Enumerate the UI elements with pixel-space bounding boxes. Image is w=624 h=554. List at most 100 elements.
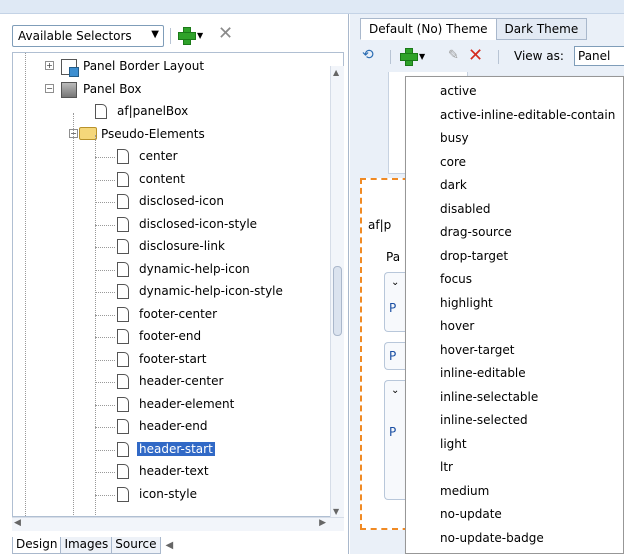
preview-panel-title: Pa [386, 250, 401, 264]
preview-link: P [389, 425, 397, 439]
layout-icon [61, 59, 79, 77]
tree-node-label: center [139, 149, 178, 163]
scroll-right-icon[interactable]: ▶ [319, 518, 326, 528]
tree-node[interactable]: af|panelBox [13, 101, 343, 123]
box-icon [61, 81, 77, 98]
tab-images[interactable]: Images [60, 537, 113, 554]
tree-node[interactable]: + Panel Border Layout [13, 56, 343, 78]
tree-node-label: disclosed-icon [139, 194, 224, 208]
tree-node[interactable]: disclosed-icon-style [13, 214, 343, 236]
menu-item-hover-target[interactable]: hover-target [406, 339, 623, 363]
available-selectors-dropdown[interactable]: Available Selectors ▼ [12, 25, 164, 47]
add-icon [400, 48, 418, 66]
tab-dark-theme[interactable]: Dark Theme [495, 18, 588, 40]
tab-design[interactable]: Design [12, 537, 62, 554]
refresh-icon[interactable]: ⟲ [362, 47, 378, 63]
tree-connector [73, 113, 74, 516]
tree-node[interactable]: dynamic-help-icon [13, 259, 343, 281]
file-icon [117, 374, 129, 389]
tree-connector [95, 337, 115, 338]
tree-node[interactable]: − Pseudo-Elements [13, 124, 343, 146]
menu-item-dark[interactable]: dark [406, 174, 623, 198]
tree-node-label: footer-start [139, 351, 207, 366]
menu-item-inline-editable[interactable]: inline-editable [406, 362, 623, 386]
menu-item-hover[interactable]: hover [406, 315, 623, 339]
tree-node[interactable]: footer-center [13, 304, 343, 326]
tree-connector [95, 404, 115, 406]
tree-connector [95, 314, 115, 316]
tab-default-theme[interactable]: Default (No) Theme [360, 18, 497, 40]
pseudo-class-menu: active active-inline-editable-contain busy… [405, 76, 624, 554]
menu-item-active[interactable]: active [406, 80, 623, 104]
scrollbar-thumb[interactable] [333, 266, 342, 336]
view-as-select[interactable]: Panel [574, 46, 624, 66]
delete-selector-button[interactable]: ✕ [218, 23, 242, 45]
tree-node-label: header-end [139, 419, 208, 433]
file-icon [95, 104, 107, 119]
tree-node-label: content [139, 171, 185, 186]
scroll-down-icon[interactable]: ▼ [333, 507, 339, 516]
tree-connector [95, 224, 115, 226]
menu-item-highlight[interactable]: highlight [406, 292, 623, 316]
scroll-left-icon[interactable]: ◀ [14, 518, 21, 528]
menu-item-drop-target[interactable]: drop-target [406, 245, 623, 269]
file-icon [117, 464, 129, 479]
tree-node-label: header-text [139, 464, 209, 478]
tree-node[interactable]: − Panel Box [13, 79, 343, 101]
expand-icon[interactable]: + [45, 61, 54, 70]
file-icon [117, 396, 129, 412]
delete-icon[interactable]: ✕ [468, 45, 483, 66]
tree-node[interactable]: disclosed-icon [13, 191, 343, 213]
menu-item-core[interactable]: core [406, 151, 623, 175]
tree-node[interactable]: header-element [13, 394, 343, 416]
file-icon [117, 284, 129, 299]
tree-node[interactable]: center [13, 146, 343, 168]
tree-node[interactable]: disclosure-link [13, 236, 343, 258]
menu-item-no-update-badge[interactable]: no-update-badge [406, 527, 623, 551]
menu-item-light[interactable]: light [406, 433, 623, 457]
tree-horizontal-scrollbar[interactable]: ◀ ▶ [12, 517, 344, 531]
file-icon [117, 171, 129, 187]
menu-item-focus[interactable]: focus [406, 268, 623, 292]
tree-node-label: header-start [137, 441, 215, 456]
tree-connector [95, 449, 115, 451]
tab-source[interactable]: Source [111, 537, 161, 554]
tree-connector [95, 157, 115, 158]
add-icon [178, 27, 196, 45]
menu-item-active-inline-editable-contain[interactable]: active-inline-editable-contain [406, 104, 623, 128]
tree-node-label: dynamic-help-icon [139, 261, 250, 276]
scroll-up-icon[interactable]: ▲ [333, 68, 339, 77]
menu-item-inline-selected[interactable]: inline-selected [406, 409, 623, 433]
menu-item-no-update[interactable]: no-update [406, 503, 623, 527]
tabs-scroll-left-icon[interactable]: ◀ [160, 537, 180, 554]
tree-node-label: footer-end [139, 329, 202, 343]
tree-node[interactable]: content [13, 169, 343, 191]
tree-connector [95, 135, 96, 515]
collapse-icon[interactable]: − [45, 83, 54, 93]
menu-item-medium[interactable]: medium [406, 480, 623, 504]
tree-node-label: af|panelBox [117, 104, 189, 118]
file-icon [117, 486, 129, 502]
preview-toolbar: ⟲ ▼ ✎ ✕ View as: Panel [358, 42, 624, 68]
tree-node[interactable]: header-start [13, 439, 343, 461]
tree-node[interactable]: footer-start [13, 349, 343, 371]
pencil-icon[interactable]: ✎ [448, 48, 459, 63]
menu-item-disabled[interactable]: disabled [406, 198, 623, 222]
tree-connector [95, 292, 115, 293]
tree-vertical-scrollbar[interactable]: ▲ ▼ [330, 66, 344, 518]
menu-item-ltr[interactable]: ltr [406, 456, 623, 480]
preview-selector-text: af|p [368, 218, 392, 232]
tree-node[interactable]: header-text [13, 461, 343, 483]
menu-item-inline-selectable[interactable]: inline-selectable [406, 386, 623, 410]
tree-node[interactable]: header-center [13, 371, 343, 393]
menu-item-busy[interactable]: busy [406, 127, 623, 151]
tree-connector [95, 269, 115, 271]
tree-node[interactable]: dynamic-help-icon-style [13, 281, 343, 303]
tree-node[interactable]: footer-end [13, 326, 343, 348]
add-pseudo-class-button[interactable]: ▼ [400, 48, 425, 66]
tree-node[interactable]: icon-style [13, 484, 343, 506]
add-selector-button[interactable]: ▼ [178, 24, 208, 46]
tree-node[interactable]: header-end [13, 416, 343, 438]
menu-item-drag-source[interactable]: drag-source [406, 221, 623, 245]
tree-connector [95, 179, 115, 181]
